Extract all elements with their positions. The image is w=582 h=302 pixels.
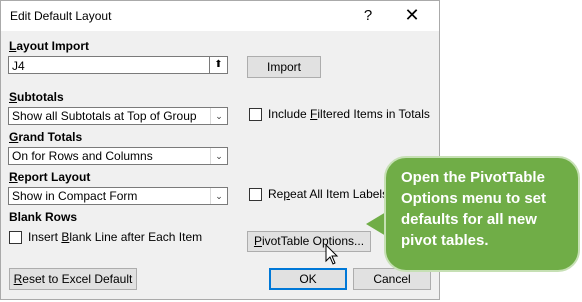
repeat-labels-checkbox[interactable] <box>249 188 262 201</box>
chevron-down-icon[interactable]: ⌄ <box>210 188 227 204</box>
mouse-cursor-icon <box>325 244 339 265</box>
chevron-down-icon[interactable]: ⌄ <box>210 108 227 124</box>
close-icon[interactable]: ✕ <box>401 4 423 26</box>
collapse-dialog-icon[interactable]: ⬆ <box>209 56 228 74</box>
repeat-labels-label: Repeat All Item Labels <box>268 187 389 201</box>
insert-blank-line-checkbox[interactable] <box>9 231 22 244</box>
layout-import-label: Layout Import <box>9 39 90 53</box>
help-icon[interactable]: ? <box>358 6 378 26</box>
edit-default-layout-dialog: Edit Default Layout ? ✕ Layout Import J4… <box>0 0 440 300</box>
subtotals-label: Subtotals <box>9 90 64 104</box>
insert-blank-line-label: Insert Blank Line after Each Item <box>28 230 203 244</box>
title-bar: Edit Default Layout ? ✕ <box>1 1 439 31</box>
report-layout-value: Show in Compact Form <box>12 189 138 203</box>
chevron-down-icon[interactable]: ⌄ <box>210 148 227 164</box>
reset-to-default-button[interactable]: Reset to Excel Default <box>9 268 137 290</box>
import-button[interactable]: Import <box>247 56 321 78</box>
blank-rows-label: Blank Rows <box>9 210 78 224</box>
grand-totals-label: Grand Totals <box>9 130 83 144</box>
grand-totals-select[interactable]: On for Rows and Columns ⌄ <box>8 147 228 165</box>
ok-button[interactable]: OK <box>269 268 347 290</box>
report-layout-select[interactable]: Show in Compact Form ⌄ <box>8 187 228 205</box>
include-filtered-label: Include Filtered Items in Totals <box>268 107 430 121</box>
grand-totals-value: On for Rows and Columns <box>12 149 153 163</box>
report-layout-label: Report Layout <box>9 170 91 184</box>
callout-pointer <box>366 212 386 236</box>
subtotals-select[interactable]: Show all Subtotals at Top of Group ⌄ <box>8 107 228 125</box>
dialog-title: Edit Default Layout <box>10 9 112 23</box>
include-filtered-checkbox[interactable] <box>249 108 262 121</box>
annotation-callout: Open the PivotTable Options menu to set … <box>384 156 580 272</box>
layout-import-input[interactable]: J4 <box>8 56 210 74</box>
pivottable-options-button[interactable]: PivotTable Options... <box>247 231 371 252</box>
subtotals-value: Show all Subtotals at Top of Group <box>12 109 197 123</box>
